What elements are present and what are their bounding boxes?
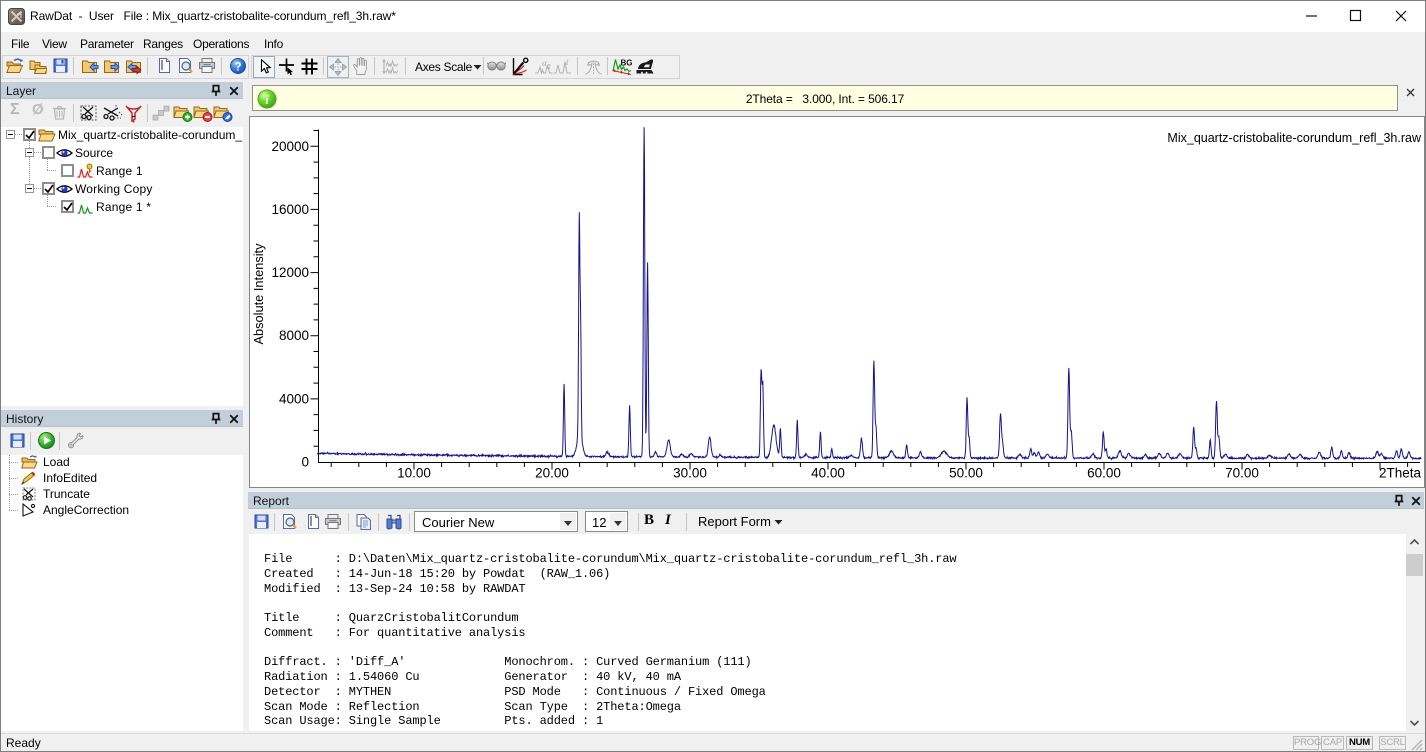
svg-text:?: ? [234,62,241,74]
svg-text:BG: BG [621,59,633,68]
svg-text:t: t [566,58,569,67]
svg-text:2: 2 [547,64,551,71]
